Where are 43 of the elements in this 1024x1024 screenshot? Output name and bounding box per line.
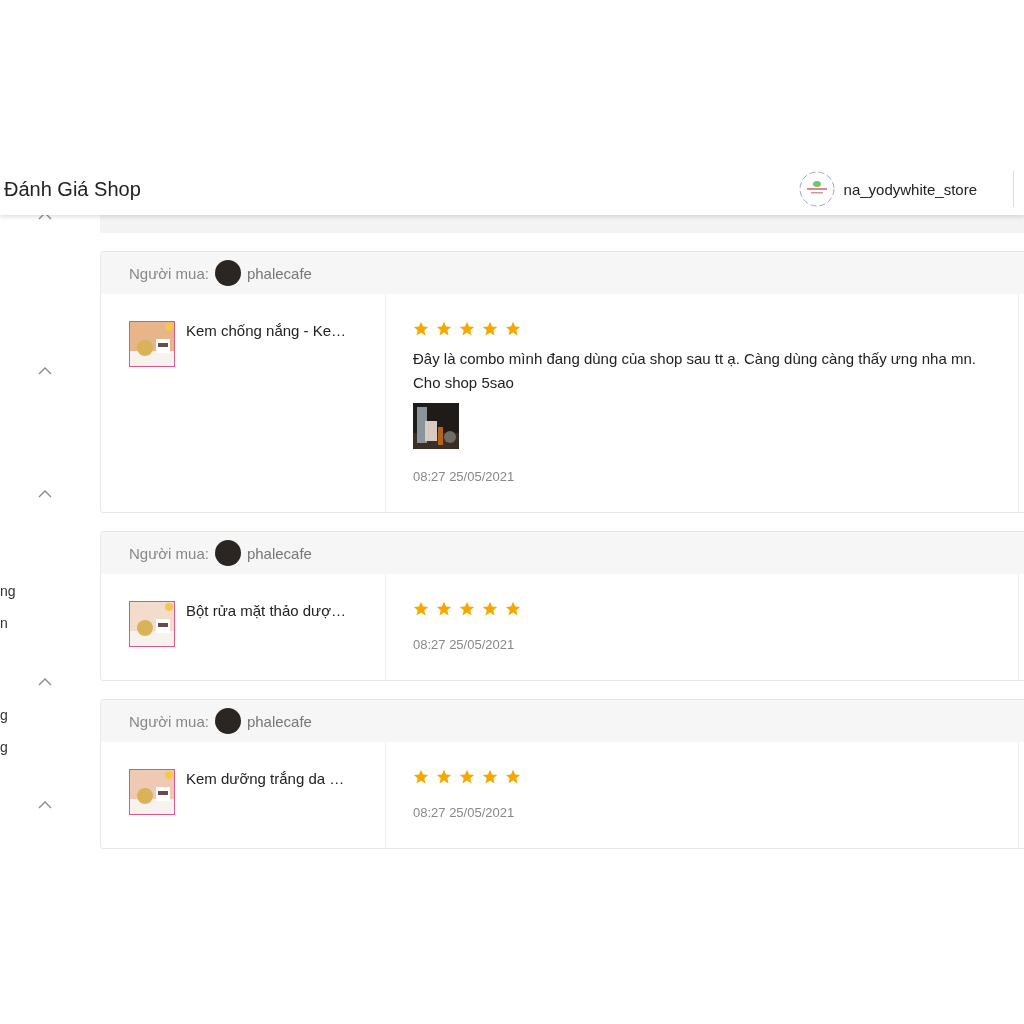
star-icon	[413, 601, 429, 617]
review-text: Đây là combo mình đang dùng của shop sau tt ạ. Càng dùng càng thấy ưng nha mn. Cho shop 5sao	[413, 349, 977, 393]
star-icon	[482, 601, 498, 617]
star-icon	[482, 321, 498, 337]
chevron-up-icon[interactable]	[38, 212, 52, 220]
sidebar-item[interactable]: g	[0, 739, 8, 755]
buyer-name[interactable]: phalecafe	[246, 264, 312, 282]
buyer-label: Người mua:	[129, 712, 209, 730]
star-icon	[459, 769, 475, 785]
star-icon	[413, 321, 429, 337]
buyer-name[interactable]: phalecafe	[246, 712, 312, 730]
sidebar-item[interactable]: ng	[0, 583, 16, 599]
product-name[interactable]: Bột rửa mặt thảo dượ…	[186, 602, 346, 619]
star-icon	[482, 769, 498, 785]
star-icon	[505, 601, 521, 617]
store-logo-icon	[798, 171, 835, 207]
buyer-label: Người mua:	[129, 264, 209, 282]
product-name[interactable]: Kem dưỡng trắng da …	[186, 770, 345, 787]
buyer-label: Người mua:	[129, 544, 209, 562]
buyer-avatar	[214, 540, 241, 566]
sidebar-item[interactable]: g	[0, 707, 8, 723]
chevron-up-icon[interactable]	[38, 367, 52, 375]
buyer-avatar	[214, 708, 241, 734]
page-title: Đánh Giá Shop	[4, 177, 141, 201]
buyer-name[interactable]: phalecafe	[246, 544, 312, 562]
star-icon	[436, 769, 452, 785]
store-name[interactable]: na_yodywhite_store	[843, 180, 977, 198]
sidebar-item[interactable]: n	[0, 615, 8, 631]
star-icon	[505, 769, 521, 785]
review-time: 08:27 25/05/2021	[413, 469, 515, 484]
product-name[interactable]: Kem chống nắng - Ke…	[186, 322, 347, 339]
chevron-up-icon[interactable]	[38, 490, 52, 498]
star-icon	[436, 601, 452, 617]
star-icon	[413, 769, 429, 785]
chevron-up-icon[interactable]	[38, 801, 52, 809]
review-time: 08:27 25/05/2021	[413, 637, 515, 652]
review-time: 08:27 25/05/2021	[413, 805, 515, 820]
star-icon	[459, 321, 475, 337]
star-icon	[505, 321, 521, 337]
star-icon	[459, 601, 475, 617]
chevron-up-icon[interactable]	[38, 678, 52, 686]
star-icon	[436, 321, 452, 337]
buyer-avatar	[214, 260, 241, 286]
